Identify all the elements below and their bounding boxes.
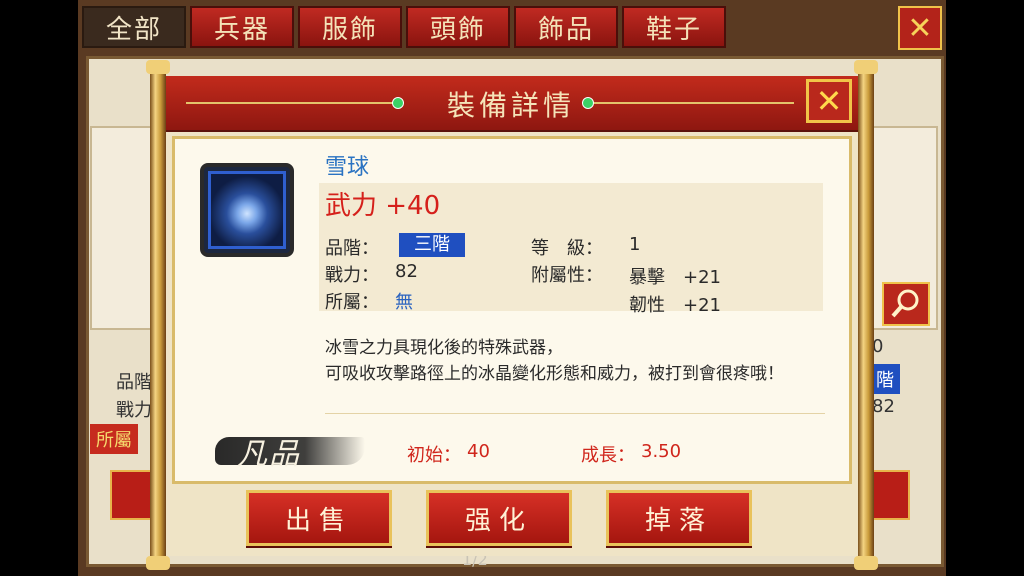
main-attribute: 武力 +40	[325, 191, 441, 221]
background-power-value: 82	[872, 396, 895, 417]
tab-headwear[interactable]: 頭飾	[406, 6, 510, 48]
snowball-icon	[208, 171, 286, 249]
growth-value: 3.50	[641, 441, 682, 462]
tab-accessories[interactable]: 飾品	[514, 6, 618, 48]
divider	[325, 413, 825, 414]
power-label: 戰力：	[325, 265, 379, 286]
growth-label: 成長：	[581, 445, 635, 466]
dialog-header: 裝備詳情 ✕	[166, 76, 858, 132]
header-ornament-line	[186, 102, 398, 104]
sell-button[interactable]: 出售	[246, 490, 392, 546]
background-power-label: 戰力	[116, 400, 152, 421]
owner-label: 所屬：	[325, 292, 379, 313]
close-icon[interactable]: ✕	[898, 6, 942, 50]
level-label: 等 級：	[531, 238, 603, 259]
background-quality-label: 品階	[116, 372, 152, 393]
quality-label: 品階：	[325, 238, 379, 259]
background-quality-badge: 階	[870, 364, 900, 394]
close-icon: ✕	[815, 82, 843, 120]
scroll-cap	[146, 60, 170, 74]
power-value: 82	[395, 261, 418, 282]
header-ornament-line	[594, 102, 794, 104]
tab-shoes[interactable]: 鞋子	[622, 6, 726, 48]
tab-clothing[interactable]: 服飾	[298, 6, 402, 48]
extra-attribute-toughness: 韌性 +21	[629, 295, 721, 316]
scroll-cap	[854, 60, 878, 74]
owner-value: 無	[395, 292, 413, 313]
equipment-detail-dialog: 裝備詳情 ✕ 雪球 武力 +40 品階： 三階 戰力： 82 所屬： 無 等 級…	[166, 76, 858, 556]
scroll-cap	[854, 556, 878, 570]
item-description: 冰雪之力具現化後的特殊武器， 可吸收攻擊路徑上的冰晶變化形態和威力，被打到會很疼…	[325, 335, 845, 387]
extra-attribute-crit: 暴擊 +21	[629, 267, 721, 288]
drop-button[interactable]: 掉落	[606, 490, 752, 546]
category-tabs: 全部 兵器 服飾 頭飾 飾品 鞋子	[82, 6, 726, 52]
tab-all[interactable]: 全部	[82, 6, 186, 48]
item-icon-frame	[200, 163, 294, 257]
description-line: 冰雪之力具現化後的特殊武器，	[325, 338, 563, 358]
grade-text: 凡品	[237, 437, 301, 472]
scroll-rod-right	[858, 64, 874, 564]
initial-value: 40	[467, 441, 490, 462]
initial-label: 初始：	[407, 445, 461, 466]
grade-stamp: 凡品	[215, 425, 365, 477]
close-button[interactable]: ✕	[806, 79, 852, 123]
quality-badge: 三階	[399, 233, 465, 257]
tab-weapons[interactable]: 兵器	[190, 6, 294, 48]
enhance-button[interactable]: 强化	[426, 490, 572, 546]
header-ornament-dot	[392, 97, 404, 109]
extra-attribute-label: 附屬性：	[531, 265, 603, 286]
magnifier-icon[interactable]	[882, 282, 930, 326]
scroll-cap	[146, 556, 170, 570]
header-ornament-dot	[582, 97, 594, 109]
scroll-rod-left	[150, 64, 166, 564]
background-owner-label: 所屬	[90, 424, 138, 454]
level-value: 1	[629, 234, 641, 255]
item-detail-card: 雪球 武力 +40 品階： 三階 戰力： 82 所屬： 無 等 級： 1 附屬性…	[172, 136, 852, 484]
item-name: 雪球	[325, 155, 370, 180]
description-line: 可吸收攻擊路徑上的冰晶變化形態和威力，被打到會很疼哦！	[325, 364, 784, 384]
